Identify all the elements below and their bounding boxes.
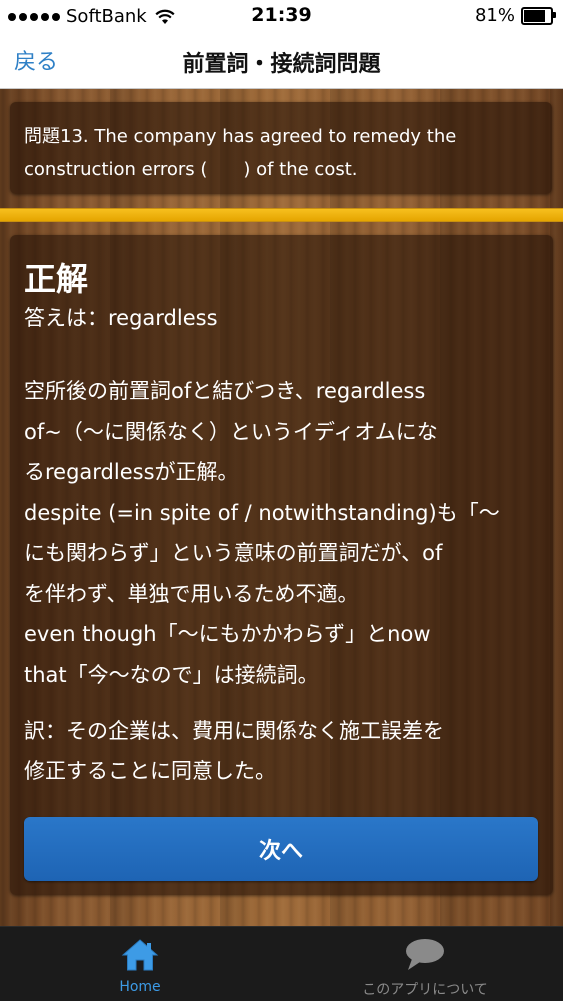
next-button[interactable]: 次へ [24, 817, 538, 881]
explanation-line: even though「～にもかかわらず」とnow [24, 622, 431, 646]
page-title: 前置詞・接続詞問題 [182, 52, 381, 77]
tab-home-label: Home [119, 979, 161, 995]
translation: 訳：その企業は、費用に関係なく施工誤差を 修正することに同意した。 [24, 711, 539, 791]
answer-heading: 正解 [24, 260, 89, 298]
explanation-line: that「今～なので」は接続詞。 [24, 662, 319, 687]
progress-fill [0, 209, 563, 221]
status-bar: SoftBank 21:39 81% [0, 0, 563, 32]
explanation-line: 空所後の前置詞ofと結びつき、regardless [24, 379, 426, 403]
tab-home[interactable]: Home [90, 927, 190, 1001]
explanation: 空所後の前置詞ofと結びつき、regardless of~（～に関係なく）という… [24, 371, 539, 695]
battery-level [524, 9, 546, 22]
question-line-1: 問題13. The company has agreed to remedy t… [24, 126, 457, 147]
speech-bubble-icon [406, 939, 444, 970]
progress-bar [0, 208, 563, 222]
tab-bar: Home このアプリについて [0, 926, 563, 1001]
tab-about[interactable]: このアプリについて [330, 927, 520, 1001]
explanation-line: of~（～に関係なく）というイディオムにな [24, 419, 438, 444]
status-right: 81% [474, 5, 556, 26]
navigation-bar: 戻る 前置詞・接続詞問題 [0, 32, 563, 89]
tab-about-label: このアプリについて [362, 982, 488, 998]
battery-percent: 81% [474, 5, 515, 26]
answer-card: 正解 答えは：regardless 空所後の前置詞ofと結びつき、regardl… [10, 235, 553, 895]
question-card: 問題13. The company has agreed to remedy t… [10, 102, 552, 194]
explanation-line: despite (=in spite of / notwithstanding)… [24, 500, 500, 525]
explanation-line: にも関わらず」という意味の前置詞だが、of [24, 541, 443, 565]
house-icon [121, 939, 159, 971]
answer-text: 答えは：regardless [24, 306, 218, 330]
question-line-2: construction errors ( ) of the cost. [24, 159, 358, 180]
explanation-line: るregardlessが正解。 [24, 460, 239, 484]
explanation-line: を伴わず、単独で用いるため不適。 [24, 581, 359, 606]
translation-line: 修正することに同意した。 [24, 759, 276, 783]
translation-line: 訳：その企業は、費用に関係なく施工誤差を [24, 719, 444, 743]
battery-icon [521, 6, 556, 25]
